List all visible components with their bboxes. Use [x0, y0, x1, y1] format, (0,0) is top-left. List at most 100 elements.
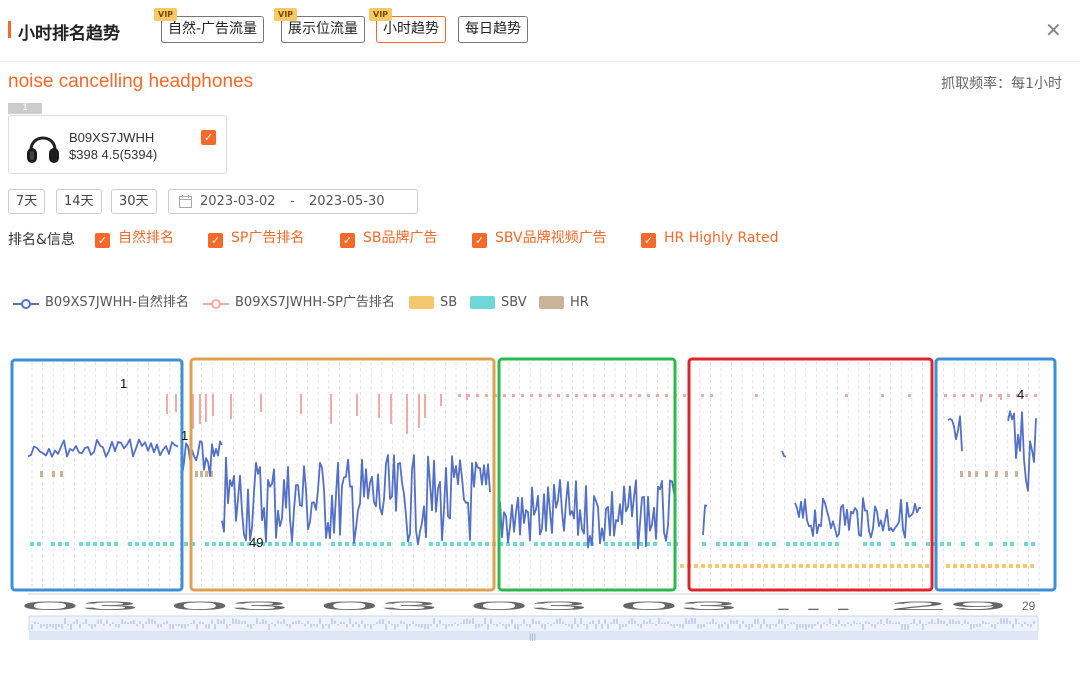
sbv-point [443, 542, 447, 546]
filter-organic-rank[interactable]: ✓ 自然排名 [95, 229, 174, 248]
sbv-point [905, 542, 909, 546]
sp-bar [175, 394, 177, 412]
sp-point [755, 394, 758, 397]
tab-placement-traffic[interactable]: VIP 展示位流量 [274, 8, 365, 43]
sbv-point [667, 542, 671, 546]
organic-segment [221, 454, 491, 546]
sp-point [710, 394, 713, 397]
highlight-box [687, 357, 934, 592]
hourly-rank-chart[interactable]: 1 1 49 4 03 03 03 03 03 ... 29 29 ||| [0, 350, 1080, 650]
sbv-point [184, 542, 188, 546]
sbv-point [373, 542, 377, 546]
checkbox-checked-icon: ✓ [472, 233, 487, 248]
close-icon[interactable]: ✕ [1045, 20, 1062, 40]
sbv-point [793, 542, 797, 546]
sp-point [521, 394, 524, 397]
hr-point [995, 471, 998, 477]
sp-point [620, 394, 623, 397]
sbv-point [772, 542, 776, 546]
filter-text: HR Highly Rated [664, 230, 779, 246]
checkbox-checked-icon: ✓ [95, 233, 110, 248]
sb-point [757, 564, 761, 568]
sp-bar [356, 394, 358, 416]
sbv-point [450, 542, 454, 546]
sb-point [981, 564, 985, 568]
filter-sbv-video-ad[interactable]: ✓ SBV品牌视频广告 [472, 229, 607, 248]
filter-highly-rated[interactable]: ✓ HR Highly Rated [641, 229, 779, 248]
tab-hourly-trend[interactable]: VIP 小时趋势 [369, 8, 446, 43]
legend-hr[interactable]: HR [539, 295, 589, 311]
sp-bar [166, 394, 168, 414]
tab-label: 展示位流量 [288, 21, 358, 37]
hr-series [40, 471, 1018, 477]
sbv-point [268, 542, 272, 546]
sbv-point [107, 542, 111, 546]
sbv-point [1024, 542, 1028, 546]
legend-label: SB [440, 295, 458, 310]
sp-point [629, 394, 632, 397]
sbv-point [1003, 542, 1007, 546]
product-asin: B09XS7JWHH [69, 130, 155, 145]
hr-point [195, 471, 198, 477]
sbv-point [975, 542, 979, 546]
product-card[interactable]: B09XS7JWHH $398 4.5(5394) ✓ [8, 115, 227, 174]
range-14-days-button[interactable]: 14天 [56, 189, 102, 214]
sp-point [701, 394, 704, 397]
tab-daily-trend[interactable]: 每日趋势 [458, 16, 528, 43]
sp-point [998, 394, 1001, 397]
product-price-rating: $398 4.5(5394) [69, 147, 158, 162]
sb-point [855, 564, 859, 568]
sbv-point [1031, 542, 1035, 546]
sp-point [467, 394, 470, 397]
sbv-point [149, 542, 153, 546]
sb-point [995, 564, 999, 568]
sp-point [512, 394, 515, 397]
hr-point [968, 471, 971, 477]
organic-segment [499, 479, 677, 550]
tab-label: 自然-广告流量 [168, 21, 258, 37]
range-30-days-button[interactable]: 30天 [111, 189, 157, 214]
legend-organic-rank[interactable]: B09XS7JWHH-自然排名 [13, 295, 189, 311]
sb-point [722, 564, 726, 568]
sp-point [1007, 394, 1010, 397]
hr-point [200, 471, 203, 477]
legend-sbv[interactable]: SBV [470, 295, 527, 311]
filter-sb-brand-ad[interactable]: ✓ SB品牌广告 [340, 229, 438, 248]
checkbox-checked-icon: ✓ [208, 233, 223, 248]
sbv-point [205, 542, 209, 546]
sp-point [683, 394, 686, 397]
sb-point [715, 564, 719, 568]
sp-point [1025, 394, 1028, 397]
filter-sp-ad-rank[interactable]: ✓ SP广告排名 [208, 229, 305, 248]
sp-point [638, 394, 641, 397]
date-range-picker[interactable]: 2023-03-02 - 2023-05-30 [168, 189, 418, 214]
sbv-point [807, 542, 811, 546]
zoom-slider[interactable]: ||| [28, 615, 1039, 641]
sp-point [881, 394, 884, 397]
sbv-point [520, 542, 524, 546]
filter-text: SBV品牌视频广告 [495, 230, 607, 246]
sbv-point [863, 542, 867, 546]
product-checkbox[interactable]: ✓ [201, 130, 216, 145]
sbv-point [156, 542, 160, 546]
sbv-point [765, 542, 769, 546]
zoom-grip-icon[interactable]: ||| [529, 633, 536, 641]
sb-point [1030, 564, 1034, 568]
sbv-point [100, 542, 104, 546]
filter-text: SP广告排名 [231, 230, 305, 246]
legend-swatch [470, 296, 495, 309]
sb-point [925, 564, 929, 568]
legend-sb[interactable]: SB [409, 295, 457, 311]
range-7-days-button[interactable]: 7天 [8, 189, 46, 214]
sp-point [1034, 394, 1037, 397]
hr-point [40, 471, 43, 477]
sp-point [476, 394, 479, 397]
sbv-point [912, 542, 916, 546]
sb-point [778, 564, 782, 568]
sb-point [764, 564, 768, 568]
legend-sp-ad-rank[interactable]: B09XS7JWHH-SP广告排名 [203, 295, 395, 311]
sb-series [680, 564, 1034, 568]
legend-swatch [539, 296, 564, 309]
tab-organic-ad-traffic[interactable]: VIP 自然-广告流量 [154, 8, 265, 43]
sbv-point [891, 542, 895, 546]
